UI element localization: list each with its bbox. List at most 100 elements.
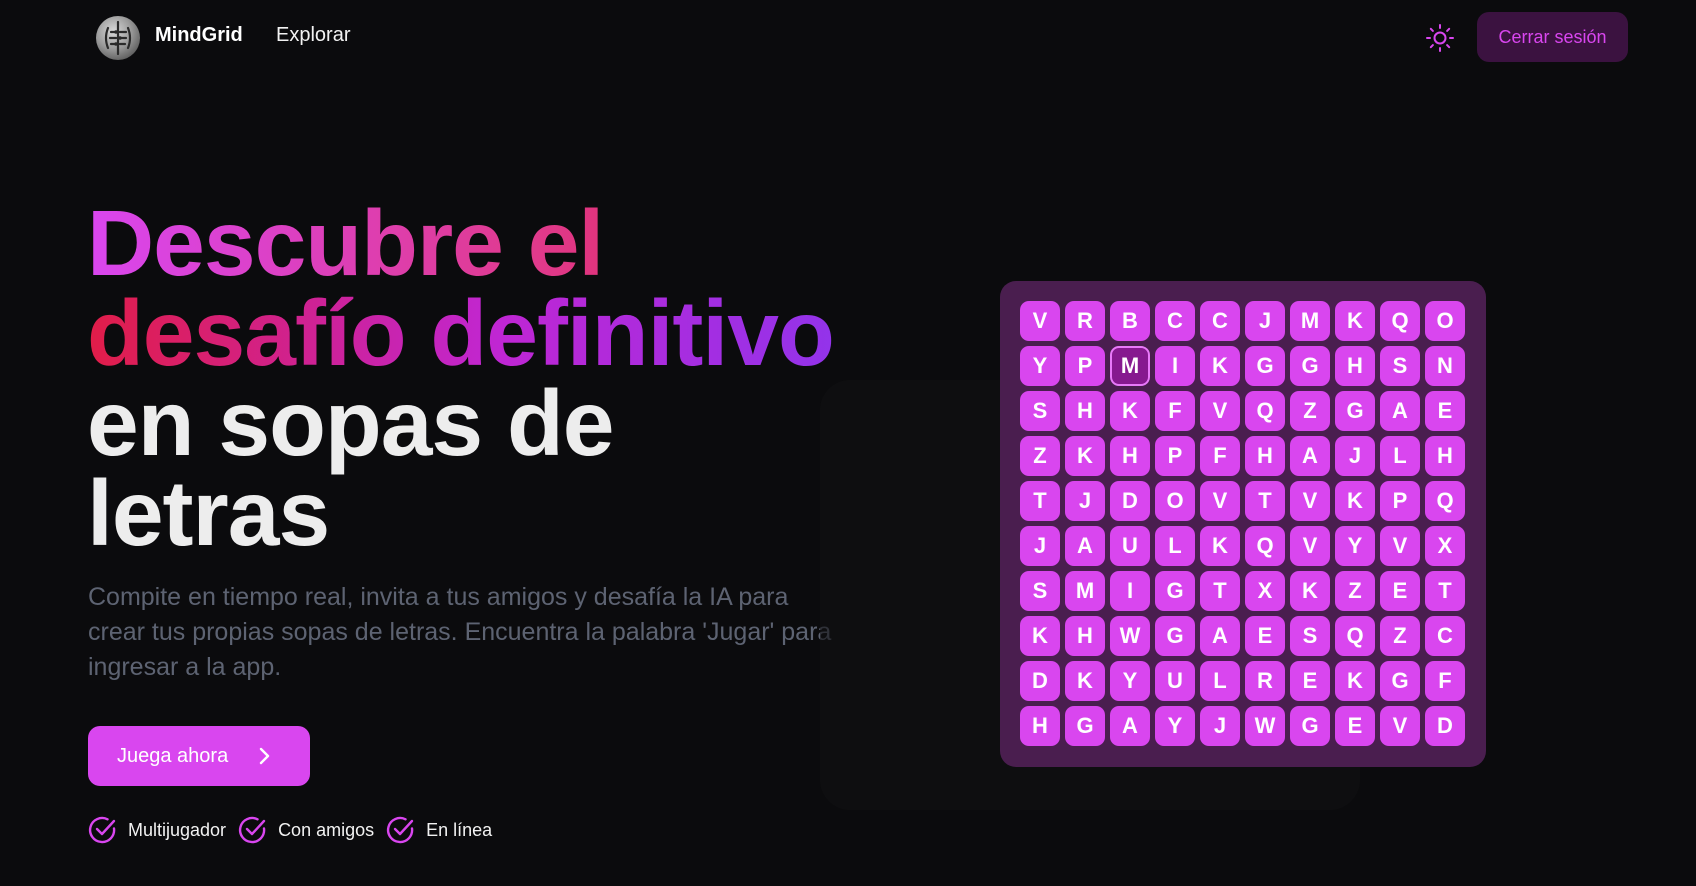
grid-cell[interactable]: A xyxy=(1065,526,1105,566)
logout-button[interactable]: Cerrar sesión xyxy=(1477,12,1628,62)
grid-cell[interactable]: E xyxy=(1245,616,1285,656)
grid-cell[interactable]: V xyxy=(1380,706,1420,746)
grid-cell[interactable]: H xyxy=(1110,436,1150,476)
grid-cell[interactable]: V xyxy=(1290,481,1330,521)
grid-cell[interactable]: F xyxy=(1155,391,1195,431)
grid-cell[interactable]: I xyxy=(1110,571,1150,611)
grid-cell[interactable]: H xyxy=(1065,391,1105,431)
grid-cell[interactable]: X xyxy=(1245,571,1285,611)
grid-cell[interactable]: P xyxy=(1065,346,1105,386)
grid-cell[interactable]: A xyxy=(1290,436,1330,476)
grid-cell[interactable]: J xyxy=(1200,706,1240,746)
grid-cell[interactable]: D xyxy=(1425,706,1465,746)
grid-cell[interactable]: V xyxy=(1380,526,1420,566)
grid-cell[interactable]: L xyxy=(1380,436,1420,476)
sun-icon[interactable] xyxy=(1424,22,1456,54)
nav-link-explorar[interactable]: Explorar xyxy=(276,24,350,47)
brand-name[interactable]: MindGrid xyxy=(155,24,243,47)
grid-cell[interactable]: S xyxy=(1380,346,1420,386)
grid-cell[interactable]: K xyxy=(1335,481,1375,521)
grid-cell[interactable]: C xyxy=(1425,616,1465,656)
grid-cell[interactable]: H xyxy=(1425,436,1465,476)
grid-cell[interactable]: O xyxy=(1155,481,1195,521)
grid-cell[interactable]: H xyxy=(1020,706,1060,746)
grid-cell[interactable]: D xyxy=(1020,661,1060,701)
grid-cell[interactable]: V xyxy=(1200,391,1240,431)
grid-cell[interactable]: K xyxy=(1200,526,1240,566)
grid-cell[interactable]: V xyxy=(1290,526,1330,566)
grid-cell[interactable]: J xyxy=(1335,436,1375,476)
grid-cell[interactable]: H xyxy=(1065,616,1105,656)
grid-cell[interactable]: A xyxy=(1380,391,1420,431)
grid-cell[interactable]: T xyxy=(1245,481,1285,521)
grid-cell[interactable]: W xyxy=(1245,706,1285,746)
grid-cell[interactable]: K xyxy=(1110,391,1150,431)
grid-cell[interactable]: F xyxy=(1200,436,1240,476)
grid-cell[interactable]: N xyxy=(1425,346,1465,386)
grid-cell[interactable]: J xyxy=(1065,481,1105,521)
grid-cell[interactable]: Y xyxy=(1110,661,1150,701)
grid-cell[interactable]: M xyxy=(1110,346,1150,386)
grid-cell[interactable]: G xyxy=(1335,391,1375,431)
grid-cell[interactable]: G xyxy=(1380,661,1420,701)
grid-cell[interactable]: K xyxy=(1335,301,1375,341)
grid-cell[interactable]: K xyxy=(1065,661,1105,701)
grid-cell[interactable]: V xyxy=(1020,301,1060,341)
grid-cell[interactable]: A xyxy=(1110,706,1150,746)
grid-cell[interactable]: C xyxy=(1200,301,1240,341)
grid-cell[interactable]: Z xyxy=(1020,436,1060,476)
grid-cell[interactable]: M xyxy=(1065,571,1105,611)
grid-cell[interactable]: A xyxy=(1200,616,1240,656)
grid-cell[interactable]: R xyxy=(1065,301,1105,341)
grid-cell[interactable]: G xyxy=(1290,346,1330,386)
grid-cell[interactable]: Y xyxy=(1335,526,1375,566)
grid-cell[interactable]: Q xyxy=(1380,301,1420,341)
grid-cell[interactable]: Z xyxy=(1380,616,1420,656)
grid-cell[interactable]: U xyxy=(1110,526,1150,566)
grid-cell[interactable]: K xyxy=(1200,346,1240,386)
grid-cell[interactable]: L xyxy=(1200,661,1240,701)
grid-cell[interactable]: R xyxy=(1245,661,1285,701)
grid-cell[interactable]: Y xyxy=(1020,346,1060,386)
grid-cell[interactable]: D xyxy=(1110,481,1150,521)
grid-cell[interactable]: Q xyxy=(1425,481,1465,521)
grid-cell[interactable]: J xyxy=(1245,301,1285,341)
brain-icon[interactable] xyxy=(96,16,140,60)
grid-cell[interactable]: V xyxy=(1200,481,1240,521)
grid-cell[interactable]: F xyxy=(1425,661,1465,701)
grid-cell[interactable]: S xyxy=(1290,616,1330,656)
grid-cell[interactable]: Z xyxy=(1335,571,1375,611)
grid-cell[interactable]: E xyxy=(1290,661,1330,701)
grid-cell[interactable]: L xyxy=(1155,526,1195,566)
grid-cell[interactable]: T xyxy=(1020,481,1060,521)
grid-cell[interactable]: Z xyxy=(1290,391,1330,431)
grid-cell[interactable]: G xyxy=(1065,706,1105,746)
grid-cell[interactable]: T xyxy=(1425,571,1465,611)
grid-cell[interactable]: E xyxy=(1425,391,1465,431)
grid-cell[interactable]: K xyxy=(1065,436,1105,476)
grid-cell[interactable]: G xyxy=(1155,616,1195,656)
grid-cell[interactable]: H xyxy=(1335,346,1375,386)
grid-cell[interactable]: G xyxy=(1290,706,1330,746)
grid-cell[interactable]: S xyxy=(1020,571,1060,611)
grid-cell[interactable]: Q xyxy=(1245,526,1285,566)
grid-cell[interactable]: Q xyxy=(1245,391,1285,431)
grid-cell[interactable]: U xyxy=(1155,661,1195,701)
grid-cell[interactable]: G xyxy=(1155,571,1195,611)
grid-cell[interactable]: K xyxy=(1335,661,1375,701)
grid-cell[interactable]: P xyxy=(1380,481,1420,521)
grid-cell[interactable]: E xyxy=(1335,706,1375,746)
grid-cell[interactable]: P xyxy=(1155,436,1195,476)
grid-cell[interactable]: C xyxy=(1155,301,1195,341)
grid-cell[interactable]: Q xyxy=(1335,616,1375,656)
play-now-button[interactable]: Juega ahora xyxy=(88,726,310,786)
grid-cell[interactable]: S xyxy=(1020,391,1060,431)
grid-cell[interactable]: G xyxy=(1245,346,1285,386)
grid-cell[interactable]: K xyxy=(1290,571,1330,611)
grid-cell[interactable]: K xyxy=(1020,616,1060,656)
grid-cell[interactable]: M xyxy=(1290,301,1330,341)
grid-cell[interactable]: J xyxy=(1020,526,1060,566)
grid-cell[interactable]: B xyxy=(1110,301,1150,341)
grid-cell[interactable]: E xyxy=(1380,571,1420,611)
grid-cell[interactable]: Y xyxy=(1155,706,1195,746)
